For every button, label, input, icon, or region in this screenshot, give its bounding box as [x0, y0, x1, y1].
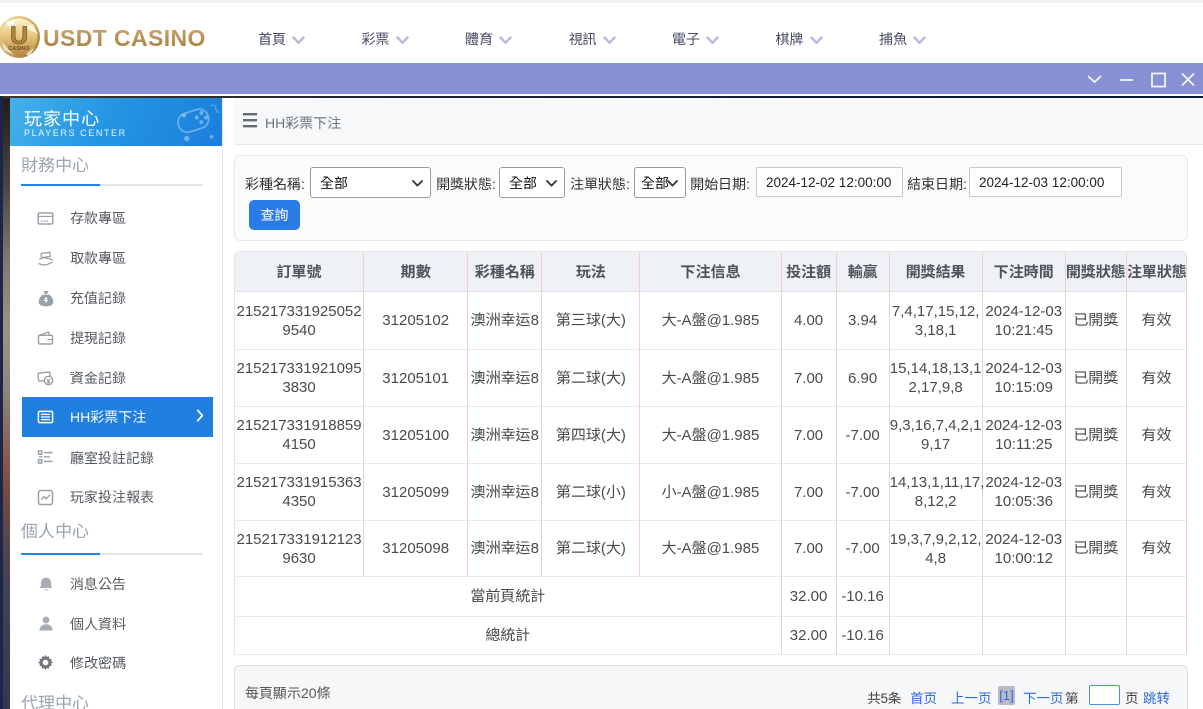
svg-text:CASINO: CASINO	[8, 46, 30, 52]
